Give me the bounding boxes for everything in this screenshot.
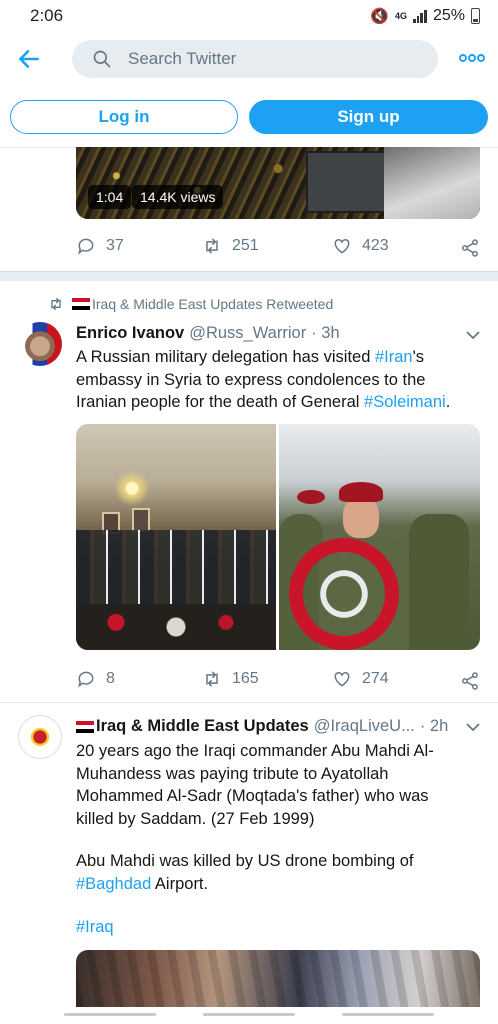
auth-buttons: Log in Sign up (10, 100, 488, 136)
reply-button[interactable]: 8 (76, 669, 115, 689)
chevron-down-icon[interactable] (466, 722, 480, 732)
photo-detail (343, 498, 379, 538)
photo-detail (112, 462, 152, 506)
share-icon[interactable] (460, 238, 480, 258)
avatar[interactable] (18, 715, 62, 759)
hashtag-link[interactable]: #Iraq (76, 918, 114, 936)
photo-detail (297, 490, 325, 504)
status-icons: 🔇 4G 25% (370, 7, 480, 25)
like-button[interactable]: 274 (332, 669, 389, 689)
photo-detail (339, 482, 383, 502)
signal-icon (412, 9, 427, 23)
author-name[interactable]: Enrico Ivanov (76, 324, 184, 343)
share-icon[interactable] (460, 671, 480, 691)
status-bar: 2:06 🔇 4G 25% (0, 0, 498, 32)
tweet-photos[interactable] (76, 424, 480, 650)
retweet-count: 251 (232, 237, 259, 254)
tweet-text: Abu Mahdi was killed by US drone bombing… (76, 852, 414, 893)
tweet-media[interactable] (76, 950, 480, 1007)
login-button[interactable]: Log in (10, 100, 238, 134)
tweet-photo[interactable] (279, 424, 480, 650)
search-placeholder: Search Twitter (128, 49, 237, 68)
retweet-context: Iraq & Middle East Updates Retweeted (48, 296, 333, 312)
hashtag-link[interactable]: #Iran (375, 348, 413, 366)
video-thumbnail[interactable]: 1:04 14.4K views (76, 147, 480, 219)
network-type: 4G (394, 10, 407, 21)
search-input[interactable]: Search Twitter (72, 40, 438, 78)
battery-percent: 25% (432, 7, 465, 24)
hashtag-link[interactable]: #Baghdad (76, 875, 151, 893)
top-bar: Search Twitter (0, 38, 498, 82)
retweet-button[interactable]: 165 (202, 669, 259, 689)
author-name[interactable]: Iraq & Middle East Updates (96, 717, 309, 736)
tweet-text: A Russian military delegation has visite… (76, 348, 451, 411)
photo-detail (409, 514, 469, 650)
reply-icon (78, 671, 94, 688)
nav-home[interactable] (203, 1013, 295, 1016)
search-icon (93, 50, 111, 68)
video-views: 14.4K views (132, 185, 224, 209)
tweet-time: · 3h (311, 324, 340, 342)
retweet-icon (206, 671, 218, 687)
retweet-button[interactable]: 251 (202, 236, 259, 256)
retweet-icon (51, 298, 61, 310)
like-button[interactable]: 423 (332, 236, 389, 256)
system-nav-bar (0, 1007, 498, 1024)
tweet-divider (0, 702, 498, 703)
tweet-header: Enrico Ivanov @Russ_Warrior · 3h (76, 324, 340, 343)
tweet-text: 20 years ago the Iraqi commander Abu Mah… (76, 742, 434, 828)
like-count: 423 (362, 237, 389, 254)
video-frame-detail (306, 151, 386, 213)
reply-button[interactable]: 37 (76, 236, 124, 256)
retweeted-by: Iraq & Middle East Updates Retweeted (92, 296, 334, 312)
retweet-count: 165 (232, 670, 259, 687)
arrow-left-icon[interactable] (16, 46, 42, 72)
signup-button[interactable]: Sign up (249, 100, 488, 134)
nav-recents[interactable] (64, 1013, 156, 1016)
video-frame-detail (384, 147, 480, 219)
tweet-separator (0, 271, 498, 281)
like-count: 274 (362, 670, 389, 687)
author-handle[interactable]: @Russ_Warrior (189, 324, 306, 343)
tweet-actions: 8 165 274 (76, 669, 484, 693)
video-duration: 1:04 (88, 185, 132, 209)
tweet-actions: 37 251 423 (76, 236, 484, 260)
hashtag-link[interactable]: #Soleimani (364, 393, 446, 411)
mute-icon: 🔇 (370, 8, 389, 25)
heart-icon (334, 671, 350, 687)
reply-icon (78, 238, 94, 255)
author-handle[interactable]: @IraqLiveU... (314, 717, 415, 736)
more-horizontal-icon[interactable] (459, 50, 485, 66)
photo-detail (132, 508, 150, 532)
tweet-header: Iraq & Middle East Updates @IraqLiveU...… (76, 717, 448, 736)
iraq-flag-icon (76, 720, 94, 733)
tweet-text: #Iraq (76, 916, 476, 939)
heart-icon (334, 238, 350, 254)
photo-detail (76, 530, 276, 610)
nav-back[interactable] (342, 1013, 434, 1016)
reply-count: 8 (106, 670, 115, 687)
retweet-icon (206, 238, 218, 254)
reply-count: 37 (106, 237, 124, 254)
tweet-time: · 2h (419, 717, 449, 735)
photo-detail (289, 538, 399, 650)
timeline[interactable]: 1:04 14.4K views 37 251 423 Iraq & Middl… (0, 147, 498, 1007)
iraq-flag-icon (72, 298, 90, 310)
photo-detail (76, 604, 276, 650)
chevron-down-icon[interactable] (466, 330, 480, 340)
avatar[interactable] (18, 322, 62, 366)
tweet-photo[interactable] (76, 424, 276, 650)
battery-icon (471, 8, 480, 24)
status-time: 2:06 (30, 6, 64, 25)
